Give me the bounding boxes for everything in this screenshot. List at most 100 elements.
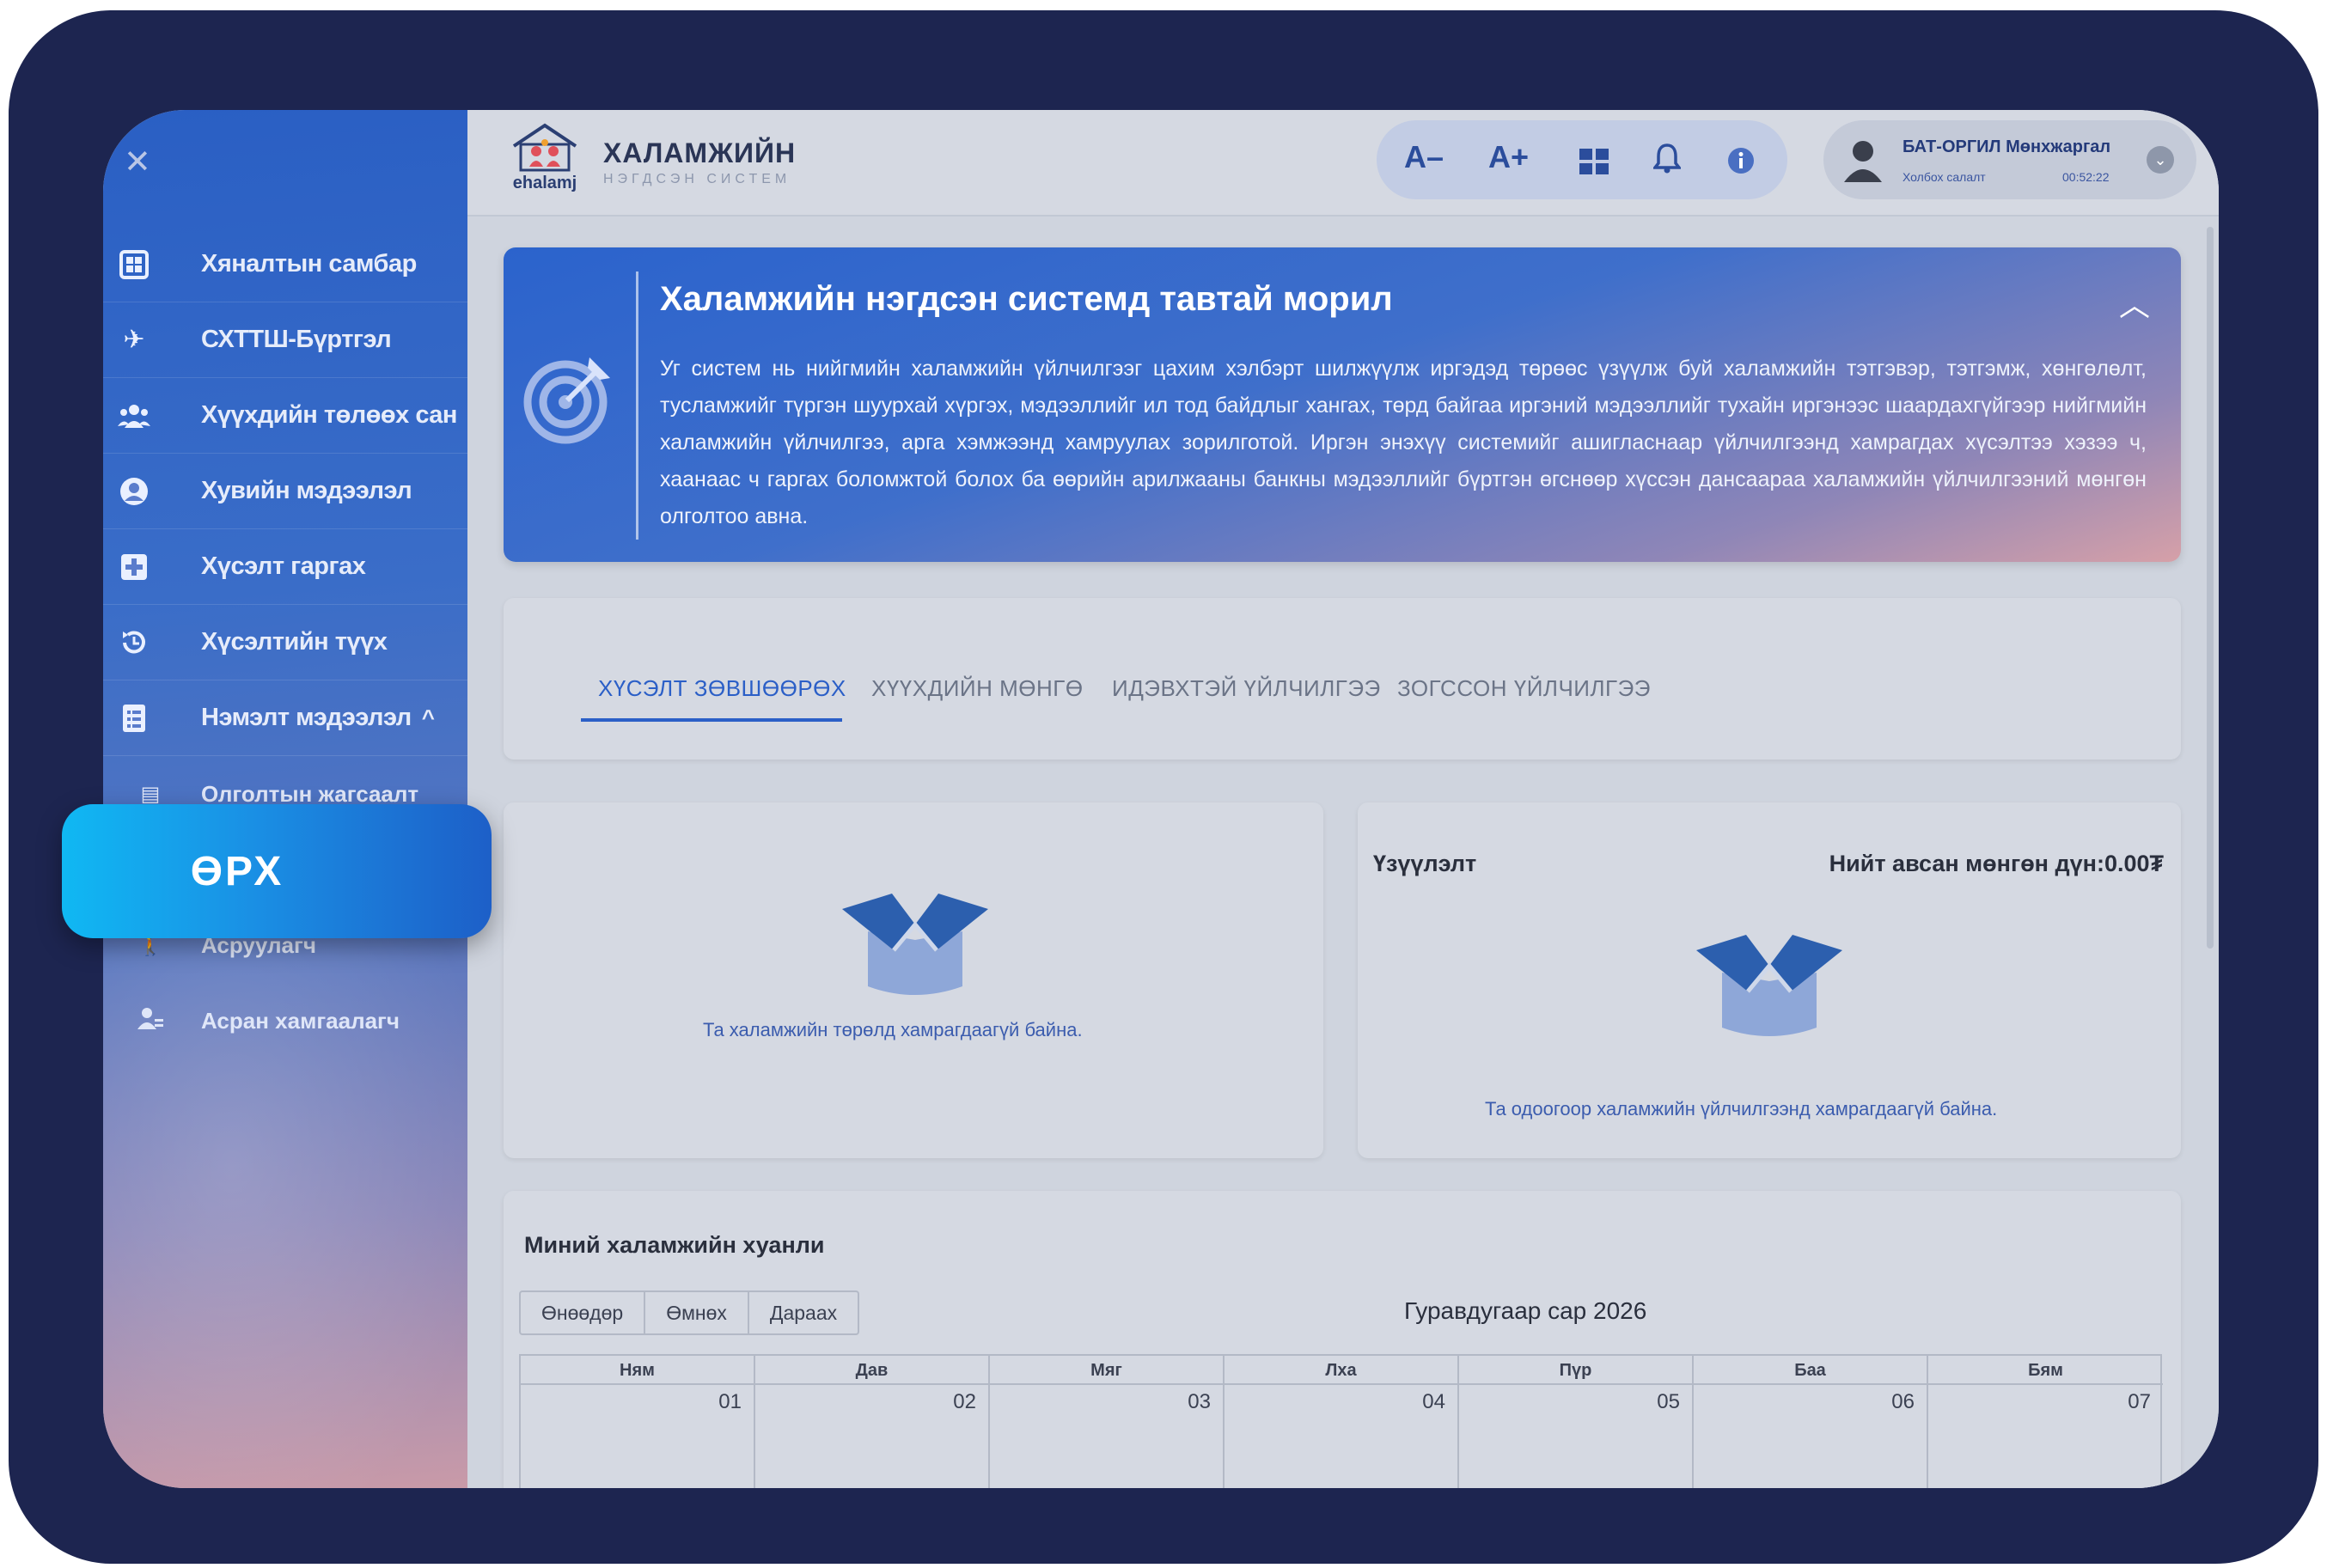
banner-title: Халамжийн нэгдсэн системд тавтай морил bbox=[660, 280, 1393, 318]
user-circle-icon bbox=[117, 474, 151, 509]
sidebar-item-additional-info[interactable]: Нэмэлт мэдээлэл ^ bbox=[103, 680, 467, 756]
brand-title: ХАЛАМЖИЙН bbox=[603, 137, 797, 168]
total-amount: Нийт авсан мөнгөн дүн:0.00₮ bbox=[1829, 851, 2164, 876]
history-icon bbox=[117, 625, 151, 660]
weekday-label: Пүр bbox=[1459, 1356, 1692, 1385]
calendar-day-cell[interactable]: Дав 02 bbox=[755, 1356, 990, 1488]
sidebar-item-label: Хүсэлт гаргах bbox=[201, 552, 366, 580]
scrollbar[interactable] bbox=[2207, 227, 2214, 949]
calendar-month: Гуравдугаар сар 2026 bbox=[1404, 1297, 1647, 1324]
date-number: 03 bbox=[1188, 1390, 1211, 1413]
app-screen: ✕ Хяналтын самбар ✈ СХТТШ-Бүртгэл Хүүхди… bbox=[103, 110, 2219, 1488]
dashboard-grid-icon bbox=[117, 247, 151, 282]
airplane-icon: ✈ bbox=[123, 326, 145, 354]
sidebar-item-label: СХТТШ-Бүртгэл bbox=[201, 326, 392, 353]
calendar-day-cell[interactable]: Мяг 03 bbox=[990, 1356, 1225, 1488]
calendar-day-cell[interactable]: Бям 07 bbox=[1928, 1356, 2163, 1488]
weekday-label: Дав bbox=[755, 1356, 988, 1385]
list-icon: ▤ bbox=[140, 782, 161, 806]
banner-text: Уг систем нь нийгмийн халамжийн үйлчилгэ… bbox=[660, 357, 2147, 528]
household-callout-button[interactable]: ӨРХ bbox=[62, 804, 492, 938]
callout-label: ӨРХ bbox=[190, 848, 284, 894]
calendar-card: Миний халамжийн хуанли Өнөөдөр Өмнөх Дар… bbox=[504, 1191, 2181, 1488]
banner-divider bbox=[636, 272, 638, 540]
font-decrease-button[interactable]: A– bbox=[1404, 139, 1444, 175]
sidebar-item-dashboard[interactable]: Хяналтын самбар bbox=[103, 227, 467, 302]
document-list-icon bbox=[117, 701, 151, 735]
sidebar-item-registration[interactable]: ✈ СХТТШ-Бүртгэл bbox=[103, 302, 467, 378]
sidebar-subitem-label: Асран хамгаалагч bbox=[201, 1007, 400, 1034]
session-timer: 00:52:22 bbox=[2062, 170, 2110, 184]
empty-state-text: Та одоогоор халамжийн үйлчилгээнд хамраг… bbox=[1485, 1098, 1998, 1120]
tab-approve-request[interactable]: ХҮСЭЛТ ЗӨВШӨӨРӨХ bbox=[598, 675, 846, 702]
indicators-card: Үзүүлэлт Нийт авсан мөнгөн дүн:0.00₮ Та … bbox=[1358, 802, 2181, 1158]
weekday-label: Мяг bbox=[990, 1356, 1223, 1385]
sidebar-item-child-fund[interactable]: Хүүхдийн төлөөх сан bbox=[103, 378, 467, 454]
user-status: Холбох салалт bbox=[1903, 170, 1986, 184]
collapse-chevron-icon[interactable]: ︿ bbox=[2119, 280, 2150, 325]
avatar bbox=[1844, 141, 1882, 182]
sidebar-item-request-history[interactable]: Хүсэлтийн түүх bbox=[103, 605, 467, 680]
grid-view-icon[interactable] bbox=[1579, 146, 1609, 182]
sidebar-item-label: Хяналтын самбар bbox=[201, 250, 417, 278]
sidebar-item-submit-request[interactable]: Хүсэлт гаргах bbox=[103, 529, 467, 605]
empty-box-icon bbox=[1696, 935, 1842, 1036]
brand-subtitle: НЭГДСЭН СИСТЕМ bbox=[603, 172, 791, 186]
main-content: ehalamj ХАЛАМЖИЙН НЭГДСЭН СИСТЕМ A– A+ Б… bbox=[467, 110, 2219, 1488]
prev-button[interactable]: Өмнөх bbox=[645, 1292, 749, 1333]
house-logo-icon bbox=[512, 123, 577, 172]
collapse-menu-icon[interactable]: ✕ bbox=[124, 143, 151, 181]
next-button[interactable]: Дараах bbox=[749, 1292, 858, 1333]
user-menu[interactable]: БАТ-ОРГИЛ Мөнхжаргал Холбох салалт 00:52… bbox=[1823, 120, 2196, 199]
calendar-day-cell[interactable]: Пүр 05 bbox=[1459, 1356, 1694, 1488]
users-group-icon bbox=[117, 399, 151, 433]
sidebar-item-label: Хувийн мэдээлэл bbox=[201, 477, 412, 504]
tab-child-money[interactable]: ХҮҮХДИЙН МӨНГӨ bbox=[871, 675, 1084, 702]
weekday-label: Лха bbox=[1225, 1356, 1457, 1385]
top-header: ehalamj ХАЛАМЖИЙН НЭГДСЭН СИСТЕМ A– A+ Б… bbox=[467, 110, 2219, 217]
date-number: 06 bbox=[1891, 1390, 1915, 1413]
chevron-down-icon[interactable]: ⌄ bbox=[2147, 146, 2174, 174]
sidebar-item-label: Нэмэлт мэдээлэл bbox=[201, 704, 412, 731]
user-name: БАТ-ОРГИЛ Мөнхжаргал bbox=[1903, 137, 2111, 156]
sidebar: ✕ Хяналтын самбар ✈ СХТТШ-Бүртгэл Хүүхди… bbox=[103, 110, 498, 1488]
sidebar-subitem-label: Олголтын жагсаалт bbox=[201, 780, 419, 807]
calendar-nav: Өнөөдөр Өмнөх Дараах bbox=[519, 1290, 860, 1335]
calendar-grid: Ням 01 Дав 02 Мяг 03 Лха 04 Пүр 05 Баа 06 Бям 0… bbox=[519, 1354, 2163, 1488]
target-icon bbox=[523, 357, 610, 444]
weekday-label: Баа bbox=[1694, 1356, 1927, 1385]
weekday-label: Бям bbox=[1928, 1356, 2163, 1385]
empty-state-text: Та халамжийн төрөлд хамрагдаагүй байна. bbox=[703, 1019, 1083, 1040]
weekday-label: Ням bbox=[521, 1356, 754, 1385]
info-icon[interactable] bbox=[1727, 146, 1755, 182]
bell-icon[interactable] bbox=[1652, 143, 1683, 181]
date-number: 02 bbox=[953, 1390, 976, 1413]
empty-box-icon bbox=[842, 894, 988, 995]
sidebar-item-personal-info[interactable]: Хувийн мэдээлэл bbox=[103, 454, 467, 529]
date-number: 04 bbox=[1422, 1390, 1445, 1413]
tab-active-services[interactable]: ИДЭВХТЭЙ ҮЙЛЧИЛГЭЭ bbox=[1112, 675, 1381, 702]
tabs-card: ХҮСЭЛТ ЗӨВШӨӨРӨХ ХҮҮХДИЙН МӨНГӨ ИДЭВХТЭЙ… bbox=[504, 598, 2181, 760]
calendar-title: Миний халамжийн хуанли bbox=[524, 1232, 825, 1258]
date-number: 07 bbox=[2128, 1390, 2151, 1413]
active-tab-underline bbox=[581, 718, 842, 722]
calendar-day-cell[interactable]: Баа 06 bbox=[1694, 1356, 1928, 1488]
logo[interactable]: ehalamj bbox=[504, 122, 586, 203]
guardian-icon bbox=[137, 1007, 163, 1035]
chevron-up-icon: ^ bbox=[421, 705, 435, 730]
sidebar-subitem-guardian[interactable]: Асран хамгаалагч bbox=[103, 986, 467, 1055]
today-button[interactable]: Өнөөдөр bbox=[521, 1292, 646, 1333]
calendar-day-cell[interactable]: Ням 01 bbox=[521, 1356, 755, 1488]
tab-stopped-services[interactable]: ЗОГССОН ҮЙЛЧИЛГЭЭ bbox=[1397, 675, 1651, 702]
sidebar-item-label: Хүүхдийн төлөөх сан bbox=[201, 401, 457, 429]
welfare-type-card: Та халамжийн төрөлд хамрагдаагүй байна. bbox=[504, 802, 1323, 1158]
toolbar: A– A+ bbox=[1377, 120, 1787, 199]
date-number: 01 bbox=[718, 1390, 742, 1413]
date-number: 05 bbox=[1657, 1390, 1680, 1413]
font-increase-button[interactable]: A+ bbox=[1488, 139, 1529, 175]
calendar-day-cell[interactable]: Лха 04 bbox=[1225, 1356, 1459, 1488]
plus-square-icon bbox=[117, 550, 151, 584]
logo-wordmark: ehalamj bbox=[512, 174, 577, 192]
welcome-banner: Халамжийн нэгдсэн системд тавтай морил ︿… bbox=[504, 247, 2181, 562]
indicators-title: Үзүүлэлт bbox=[1373, 851, 1477, 876]
